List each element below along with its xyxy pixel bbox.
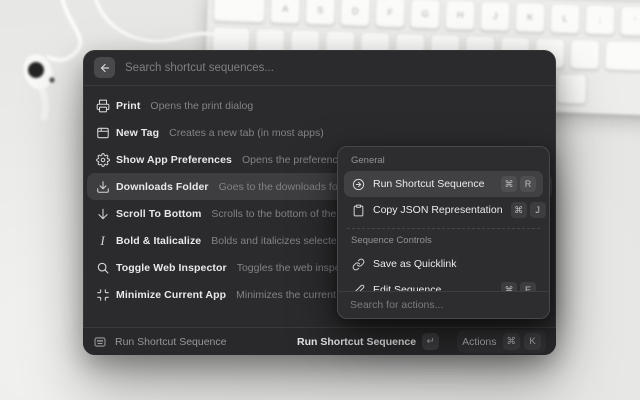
menu-item-copy-json[interactable]: Copy JSON Representation ⌘ J	[344, 197, 543, 223]
keyboard-key: L	[550, 3, 581, 34]
keyboard-key: K	[515, 2, 546, 33]
earbud-grille	[28, 62, 44, 78]
italic-icon: I	[95, 233, 110, 248]
menu-item-save-as-quicklink[interactable]: Save as Quicklink	[344, 251, 543, 277]
keyboard-key	[604, 40, 640, 72]
tab-icon	[95, 125, 110, 140]
item-title: Bold & Italicalize	[116, 235, 201, 247]
menu-item-label: Edit Sequence	[373, 284, 493, 291]
enter-keycap: ↵	[422, 333, 439, 350]
keyboard-key: F	[375, 0, 406, 28]
actions-button[interactable]: Actions ⌘ K	[457, 330, 546, 353]
minimize-icon	[95, 287, 110, 302]
j-keycap: J	[530, 202, 546, 218]
extension-icon	[93, 335, 107, 349]
menu-divider	[347, 228, 540, 229]
link-icon	[351, 257, 365, 271]
arrow-left-icon	[99, 62, 111, 74]
footer-bar: Run Shortcut Sequence Run Shortcut Seque…	[83, 327, 556, 355]
e-keycap: E	[520, 282, 536, 291]
menu-search-bar	[338, 291, 549, 318]
menu-item-run-shortcut-sequence[interactable]: Run Shortcut Sequence ⌘ R	[344, 171, 543, 197]
actions-menu-list: General Run Shortcut Sequence ⌘ R Copy J…	[338, 147, 549, 291]
keyboard-key: '	[620, 5, 640, 36]
r-keycap: R	[520, 176, 536, 192]
menu-search-input[interactable]	[350, 299, 537, 311]
k-keycap: K	[524, 333, 541, 350]
item-subtitle: Creates a new tab (in most apps)	[169, 127, 324, 139]
menu-item-edit-sequence[interactable]: Edit Sequence ⌘ E	[344, 277, 543, 291]
item-subtitle: Opens the print dialog	[150, 100, 253, 112]
item-title: Print	[116, 100, 140, 112]
search-bar	[83, 50, 556, 86]
back-button[interactable]	[94, 57, 115, 78]
list-item-new-tag[interactable]: New Tag Creates a new tab (in most apps)	[87, 119, 552, 146]
keyboard-key	[556, 73, 587, 104]
printer-icon	[95, 98, 110, 113]
footer-context-label: Run Shortcut Sequence	[115, 336, 227, 348]
keyboard-key: G	[410, 0, 441, 29]
cmd-keycap: ⌘	[501, 176, 517, 192]
keyboard-key: J	[480, 1, 511, 32]
item-title: Show App Preferences	[116, 154, 232, 166]
keyboard-key: ;	[585, 4, 616, 35]
footer-primary-action[interactable]: Run Shortcut Sequence	[297, 336, 416, 348]
magnifier-icon	[95, 260, 110, 275]
keyboard-key: S	[305, 0, 336, 25]
menu-item-label: Copy JSON Representation	[373, 204, 503, 216]
pencil-icon	[351, 283, 365, 291]
item-title: New Tag	[116, 127, 159, 139]
menu-item-label: Save as Quicklink	[373, 258, 536, 270]
item-title: Downloads Folder	[116, 181, 209, 193]
item-title: Minimize Current App	[116, 289, 226, 301]
cmd-keycap: ⌘	[501, 282, 517, 291]
menu-section-header: Sequence Controls	[344, 234, 543, 251]
earbud-dot	[49, 77, 54, 82]
menu-section-header: General	[344, 154, 543, 171]
clipboard-icon	[351, 203, 365, 217]
item-title: Toggle Web Inspector	[116, 262, 227, 274]
cmd-keycap: ⌘	[511, 202, 527, 218]
actions-label: Actions	[462, 336, 496, 348]
keyboard-key: H	[445, 0, 476, 30]
download-icon	[95, 179, 110, 194]
item-title: Scroll To Bottom	[116, 208, 201, 220]
arrow-right-circle-icon	[351, 177, 365, 191]
search-input[interactable]	[125, 62, 545, 74]
keyboard-key: D	[340, 0, 371, 27]
actions-menu: General Run Shortcut Sequence ⌘ R Copy J…	[337, 146, 550, 319]
arrow-down-icon	[95, 206, 110, 221]
menu-item-label: Run Shortcut Sequence	[373, 178, 493, 190]
cmd-keycap: ⌘	[503, 333, 521, 350]
list-item-print[interactable]: Print Opens the print dialog	[87, 92, 552, 119]
gear-icon	[95, 152, 110, 167]
keyboard-key	[569, 39, 600, 70]
